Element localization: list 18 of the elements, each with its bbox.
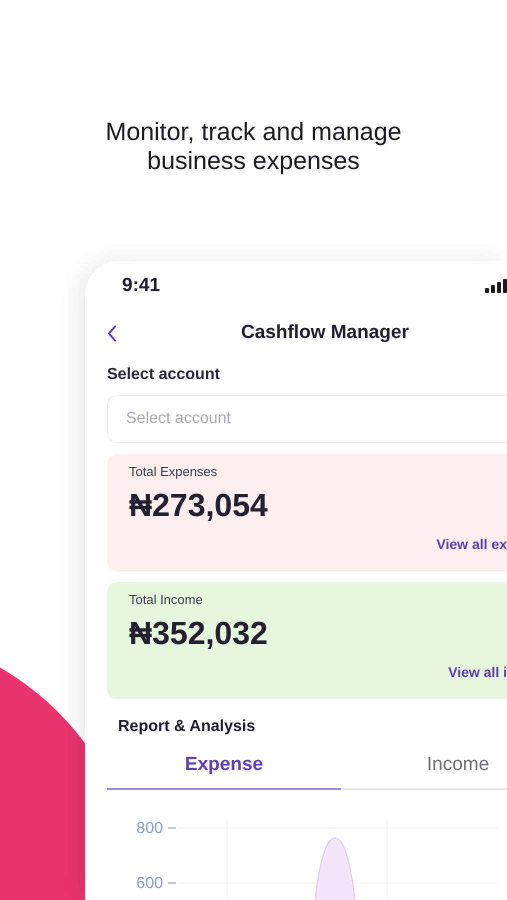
amount-text: ₦273,054 [129, 486, 269, 524]
view-all-link[interactable]: View all ex [436, 534, 507, 555]
tab[interactable]: Income [341, 747, 507, 790]
amount-text: ₦352,032 [129, 614, 269, 652]
card-label: Total Income [129, 591, 204, 609]
status-time: 9:41 [122, 274, 160, 298]
tab[interactable]: Expense [107, 747, 341, 790]
headline: Monitor, track and manage business expenses [104, 118, 402, 176]
axis-label: 600 [136, 874, 163, 894]
screen-title: Cashflow Manager [241, 320, 409, 345]
axis-label: 800 [136, 818, 163, 838]
section-title: Report & Analysis [118, 717, 256, 737]
card-label: Total Expenses [129, 463, 218, 481]
view-all-link[interactable]: View all i [448, 662, 507, 683]
back-icon[interactable] [107, 324, 117, 342]
account-select-field[interactable]: Select account [107, 395, 507, 443]
field-label: Select account [107, 365, 221, 385]
signal-icon [485, 279, 507, 293]
